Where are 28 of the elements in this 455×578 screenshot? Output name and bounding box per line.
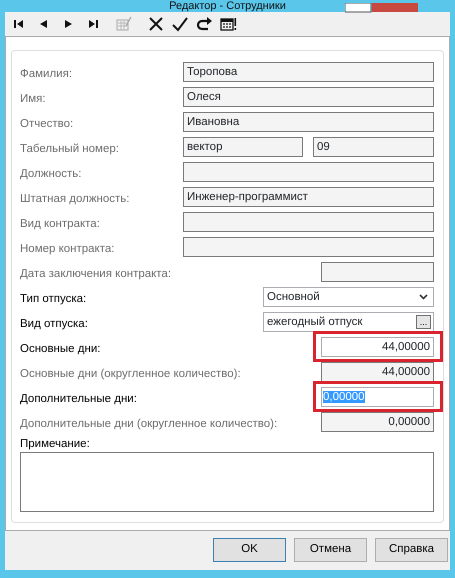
note-field[interactable] [20,452,434,512]
chevron-down-icon [419,294,428,300]
field-label: Табельный номер: [20,142,119,158]
field-label: Дополнительные дни (округленное количество): [20,417,278,432]
field-label: Вид отпуска: [20,317,88,332]
field-label: Отчество: [20,117,74,132]
lookup-field[interactable]: ежегодный отпуск ... [263,312,434,332]
number-value: 44,00000 [382,340,430,352]
number-value: 0,00000 [323,390,365,402]
field-label: Примечание: [20,437,91,450]
field-label: Фамилия: [20,67,72,82]
field-label: Номер контракта: [20,242,114,258]
field-label: Дополнительные дни: [20,392,137,408]
field-label: Основные дни (округленное количество): [20,367,241,382]
ellipsis-button[interactable]: ... [416,314,431,328]
dialog-button[interactable]: Справка [375,538,448,562]
field-label: Вид контракта: [20,217,100,232]
window-title: Редактор - Сотрудники [169,0,286,12]
field-label: Дата заключения контракта: [20,267,172,282]
dialog-button[interactable]: Отмена [294,538,367,562]
dropdown-field[interactable]: Основной [263,286,434,306]
dialog-button[interactable]: OK [213,538,286,562]
field-label: Имя: [20,92,46,108]
field-label: Должность: [20,167,82,182]
field-label: Штатная должность: [20,192,130,208]
field-label: Основные дни: [20,342,100,358]
field-label: Тип отпуска: [20,292,86,308]
number-field[interactable]: 44,00000 [321,336,434,356]
